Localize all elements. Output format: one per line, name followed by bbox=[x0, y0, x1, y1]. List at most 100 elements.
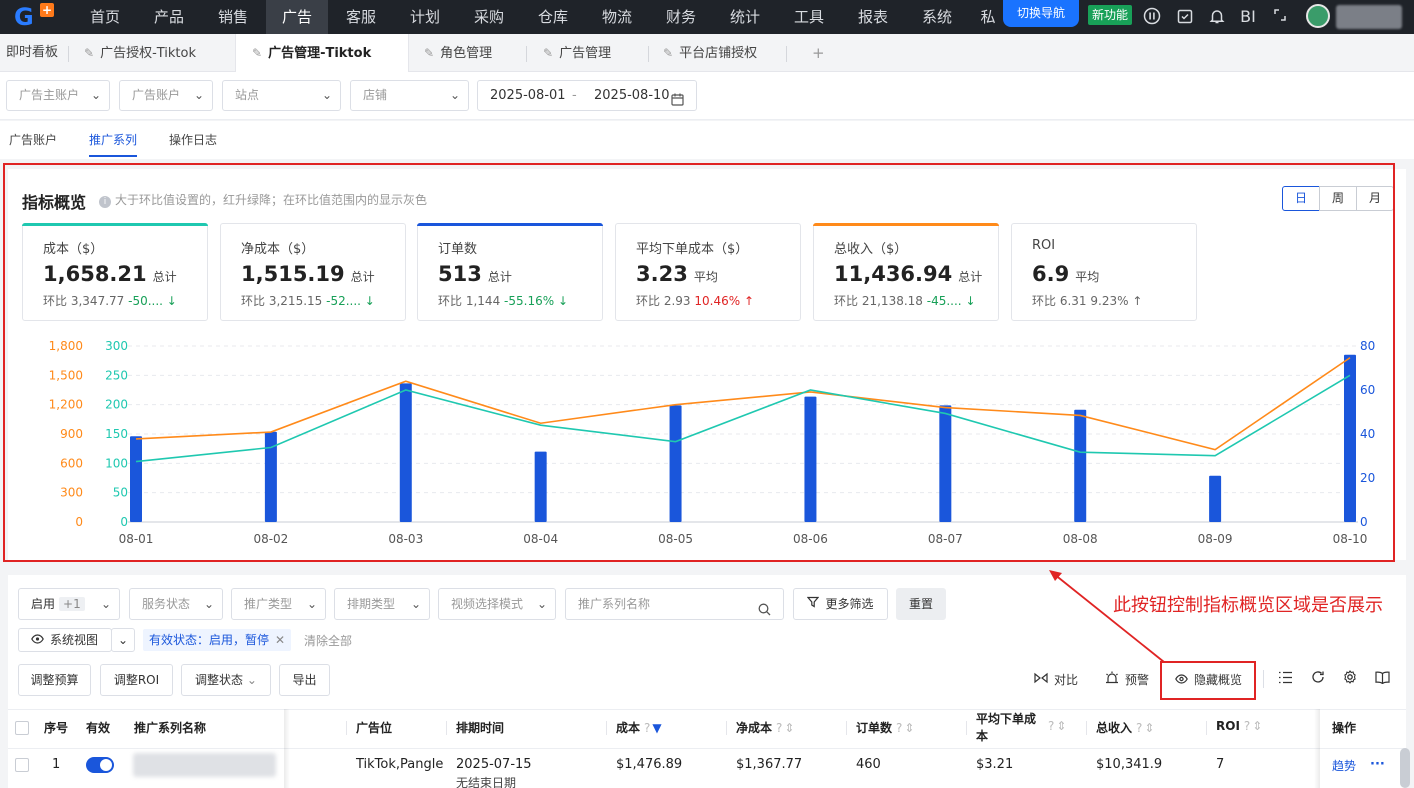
system-view-button[interactable]: 系统视图 bbox=[18, 628, 112, 652]
column-list-icon[interactable] bbox=[1278, 665, 1293, 695]
advertiser-select[interactable]: 广告主账户 ⌄ bbox=[6, 80, 110, 111]
adjust-status-button[interactable]: 调整状态 ⌄ bbox=[181, 664, 271, 696]
nav-products[interactable]: 产品 bbox=[140, 0, 198, 34]
col-avg-cost-sort[interactable]: ? ⇕ bbox=[1044, 719, 1066, 733]
annotation-arrow-line bbox=[1053, 573, 1165, 663]
col-avg-cost[interactable]: 平均下单成本 bbox=[976, 711, 1036, 745]
username-blurred[interactable] bbox=[1336, 5, 1402, 29]
app-logo[interactable]: G + bbox=[14, 3, 58, 31]
col-net-cost[interactable]: 净成本? ⇕ bbox=[736, 719, 794, 736]
reset-button[interactable]: 重置 bbox=[896, 588, 946, 620]
row-checkbox[interactable] bbox=[15, 758, 29, 772]
pause-icon[interactable] bbox=[1142, 7, 1162, 27]
subtab-campaigns[interactable]: 推广系列 bbox=[89, 131, 137, 148]
nav-home[interactable]: 首页 bbox=[76, 0, 134, 34]
sort-icon[interactable]: ⇕ bbox=[1144, 721, 1154, 735]
help-icon[interactable]: ? bbox=[1048, 719, 1054, 733]
date-end[interactable]: 2025-08-10 bbox=[594, 81, 670, 110]
sort-icon[interactable]: ⇕ bbox=[1252, 719, 1262, 733]
active-filter-chip[interactable]: 有效状态：启用，暂停 ✕ bbox=[143, 629, 292, 651]
col-placement[interactable]: 广告位 bbox=[356, 719, 392, 736]
col-orders[interactable]: 订单数? ⇕ bbox=[856, 719, 914, 736]
help-icon[interactable]: ? bbox=[896, 721, 902, 735]
nav-warehouse[interactable]: 仓库 bbox=[524, 0, 582, 34]
tab-role-manage[interactable]: ✎ 角色管理 bbox=[424, 34, 492, 72]
calendar-check-icon[interactable] bbox=[1175, 7, 1195, 27]
row-more-icon[interactable]: ··· bbox=[1370, 757, 1385, 772]
campaign-search-input[interactable]: 推广系列名称 bbox=[565, 588, 784, 620]
clear-all-link[interactable]: 清除全部 bbox=[304, 632, 352, 649]
col-cost[interactable]: 成本? ▼ bbox=[616, 719, 662, 736]
help-icon[interactable]: ? bbox=[776, 721, 782, 735]
nav-system[interactable]: 系统 bbox=[908, 0, 966, 34]
tab-ad-manage[interactable]: ✎ 广告管理 bbox=[543, 34, 611, 72]
nav-plan[interactable]: 计划 bbox=[396, 0, 454, 34]
nav-sales[interactable]: 销售 bbox=[204, 0, 262, 34]
bi-icon[interactable]: BI bbox=[1236, 7, 1260, 27]
sort-icon[interactable]: ⇕ bbox=[1056, 719, 1066, 733]
tab-dashboard[interactable]: 即时看板 bbox=[6, 34, 58, 72]
refresh-icon[interactable] bbox=[1311, 665, 1325, 695]
help-icon[interactable]: ? bbox=[1136, 721, 1142, 735]
switch-nav-button[interactable]: 切换导航 bbox=[1003, 0, 1079, 27]
nav-service[interactable]: 客服 bbox=[332, 0, 390, 34]
col-name[interactable]: 推广系列名称 bbox=[134, 719, 206, 736]
adjust-budget-button[interactable]: 调整预算 bbox=[18, 664, 91, 696]
subtab-operation-log[interactable]: 操作日志 bbox=[169, 131, 217, 148]
nav-purchase[interactable]: 采购 bbox=[460, 0, 518, 34]
col-revenue[interactable]: 总收入? ⇕ bbox=[1096, 719, 1154, 736]
sort-icon[interactable]: ⇕ bbox=[904, 721, 914, 735]
sort-icon[interactable]: ⇕ bbox=[784, 721, 794, 735]
site-select[interactable]: 站点 ⌄ bbox=[222, 80, 341, 111]
ad-account-select[interactable]: 广告账户 ⌄ bbox=[119, 80, 213, 111]
more-filters-button[interactable]: 更多筛选 bbox=[793, 588, 888, 620]
col-valid: 有效 bbox=[86, 721, 111, 735]
export-button[interactable]: 导出 bbox=[279, 664, 330, 696]
date-range-picker[interactable]: 2025-08-01 - 2025-08-10 bbox=[477, 80, 697, 111]
settings-icon[interactable] bbox=[1343, 665, 1357, 695]
help-icon[interactable]: ? bbox=[644, 721, 650, 735]
nav-finance[interactable]: 财务 bbox=[652, 0, 710, 34]
nav-stats[interactable]: 统计 bbox=[716, 0, 774, 34]
fullscreen-icon[interactable] bbox=[1270, 7, 1290, 27]
nav-private[interactable]: 私 bbox=[976, 0, 1000, 34]
tab-ad-auth-tiktok[interactable]: ✎ 广告授权-Tiktok bbox=[84, 34, 196, 72]
alert-button[interactable]: 预警 bbox=[1105, 665, 1149, 695]
select-all-checkbox[interactable] bbox=[15, 721, 29, 735]
nav-reports[interactable]: 报表 bbox=[844, 0, 902, 34]
video-mode-select[interactable]: 视频选择模式 ⌄ bbox=[438, 588, 556, 620]
vertical-scrollbar[interactable] bbox=[1400, 748, 1410, 788]
avatar[interactable] bbox=[1306, 4, 1330, 28]
tab-store-auth[interactable]: ✎ 平台店铺授权 bbox=[663, 34, 757, 72]
bell-icon[interactable] bbox=[1207, 7, 1227, 27]
close-icon[interactable]: ✕ bbox=[275, 633, 285, 647]
compare-button[interactable]: 对比 bbox=[1034, 665, 1078, 695]
row-campaign-name-blurred[interactable] bbox=[133, 753, 276, 777]
tab-ad-manage-tiktok[interactable]: ✎ 广告管理-Tiktok bbox=[235, 34, 409, 72]
service-status-select[interactable]: 服务状态 ⌄ bbox=[129, 588, 223, 620]
new-feature-badge[interactable]: 新功能 bbox=[1088, 5, 1132, 25]
nav-ads[interactable]: 广告 bbox=[266, 0, 328, 34]
col-schedule[interactable]: 排期时间 bbox=[456, 719, 504, 736]
subtab-ad-account[interactable]: 广告账户 bbox=[9, 131, 57, 148]
date-start[interactable]: 2025-08-01 bbox=[490, 81, 566, 110]
annotation-box-hide-overview bbox=[1160, 661, 1256, 700]
add-tab-button[interactable]: + bbox=[812, 34, 825, 72]
chevron-down-icon: ⌄ bbox=[90, 88, 101, 102]
nav-logistics[interactable]: 物流 bbox=[588, 0, 646, 34]
row-valid-toggle[interactable] bbox=[86, 757, 114, 773]
promo-type-select[interactable]: 推广类型 ⌄ bbox=[231, 588, 326, 620]
row-trend-link[interactable]: 趋势 bbox=[1332, 757, 1356, 774]
book-icon[interactable] bbox=[1375, 665, 1390, 695]
adjust-roi-button[interactable]: 调整ROI bbox=[100, 664, 173, 696]
help-icon[interactable]: ? bbox=[1244, 719, 1250, 733]
col-divider bbox=[346, 721, 347, 735]
schedule-type-select[interactable]: 排期类型 ⌄ bbox=[334, 588, 430, 620]
row-avg-cost: $3.21 bbox=[976, 757, 1014, 772]
system-view-dropdown[interactable]: ⌄ bbox=[111, 628, 135, 652]
sort-desc-icon[interactable]: ▼ bbox=[652, 721, 661, 735]
col-roi[interactable]: ROI? ⇕ bbox=[1216, 719, 1262, 733]
nav-tools[interactable]: 工具 bbox=[780, 0, 838, 34]
store-select[interactable]: 店铺 ⌄ bbox=[350, 80, 469, 111]
enable-status-select[interactable]: 启用 +1 ⌄ bbox=[18, 588, 120, 620]
